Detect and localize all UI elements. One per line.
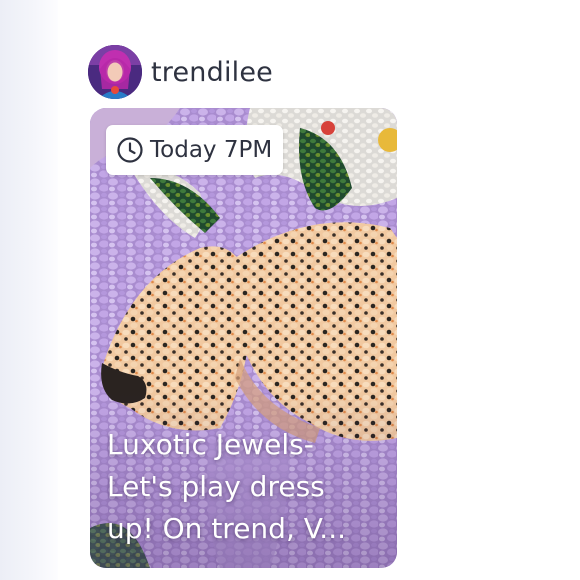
listing-title-line-2: Let's play dress (107, 470, 325, 503)
listing-card[interactable]: Today 7PM Luxotic Jewels- Let's play dre… (90, 108, 397, 568)
listing-title-line-3: up! On trend, V... (107, 512, 346, 545)
previous-item-fragment (110, 0, 270, 4)
clock-icon (117, 137, 143, 163)
listing-title[interactable]: Luxotic Jewels- Let's play dress up! On … (107, 424, 392, 550)
time-badge: Today 7PM (106, 125, 284, 175)
username[interactable]: trendilee (151, 57, 273, 88)
time-label: Today 7PM (150, 137, 273, 163)
feed-screen: trendilee Today 7PM Luxotic Jewels- Let'… (0, 0, 580, 580)
avatar[interactable] (88, 45, 142, 99)
post-header[interactable]: trendilee (88, 44, 273, 100)
left-edge-gutter (0, 0, 58, 580)
avatar-image (88, 45, 142, 99)
listing-title-line-1: Luxotic Jewels- (107, 428, 314, 461)
